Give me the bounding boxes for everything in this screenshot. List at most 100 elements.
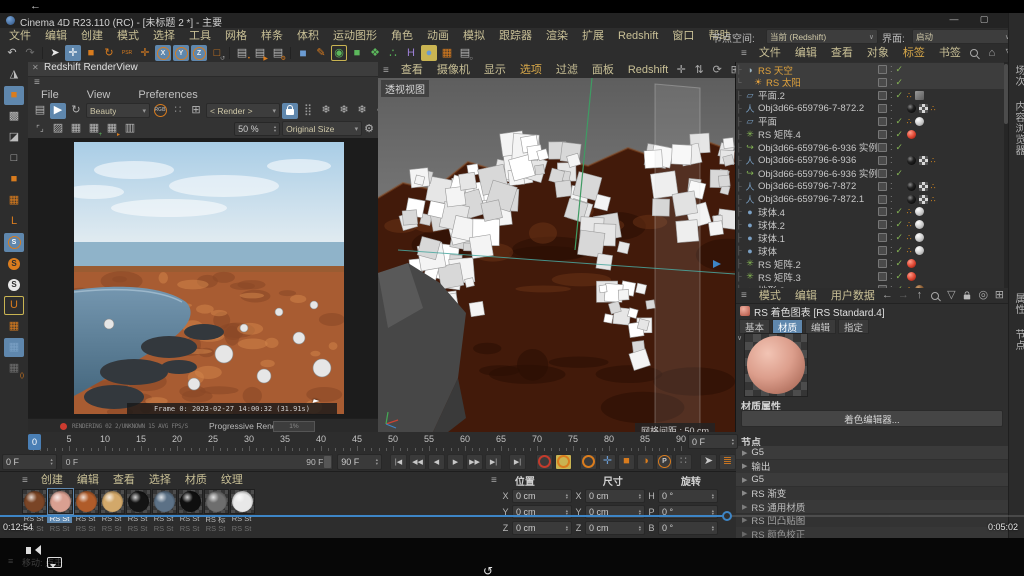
model-mode-icon[interactable]: ■ (4, 86, 24, 105)
interface-dropdown[interactable]: 启动∨ (912, 29, 1014, 44)
tab-基本[interactable]: 基本 (739, 319, 770, 334)
material-tag-icon[interactable] (907, 182, 916, 191)
snap-toggle-icon[interactable]: S (4, 233, 24, 252)
enabled-check-icon[interactable]: ✓ (896, 271, 904, 282)
record-rotation-toggle[interactable]: ■ (618, 454, 635, 470)
tab-指定[interactable]: 指定 (838, 319, 869, 334)
add-environment-menu[interactable]: ▦ (439, 45, 455, 61)
object-row[interactable]: ├↪Obj3d66-659796-6-936 实例.1⁚✓ (736, 141, 1004, 154)
material-tag-icon[interactable] (907, 156, 916, 165)
undo-icon[interactable]: ↶ (4, 45, 20, 61)
snapshot-b-icon[interactable]: ❄ (336, 103, 352, 119)
add-spline-menu[interactable]: ✎ (313, 45, 329, 61)
tag-dots-icon[interactable]: ∴ (931, 156, 936, 165)
layer-chip[interactable] (878, 143, 887, 152)
material-tag-icon[interactable] (915, 246, 924, 255)
om-menu-1[interactable]: 编辑 (788, 45, 824, 61)
mm-menu-1[interactable]: 编辑 (70, 472, 106, 488)
vp-menu-4[interactable]: 过滤 (549, 62, 585, 78)
node-group-row[interactable]: ▶G5 (736, 446, 1008, 459)
viewport-hamburger[interactable]: ≡ (378, 65, 394, 76)
material-preview[interactable] (744, 333, 808, 397)
layer-chip[interactable] (878, 104, 887, 113)
lock-icon[interactable] (962, 290, 973, 301)
material-tag-icon[interactable] (915, 207, 924, 216)
layer-chip[interactable] (878, 65, 887, 74)
workplane-grid-icon[interactable]: ▦ (4, 317, 24, 336)
image-size-dropdown[interactable]: Original Size▾ (282, 121, 362, 136)
visibility-dots-icon[interactable]: ⁚ (890, 182, 893, 191)
enabled-check-icon[interactable]: ✓ (896, 258, 904, 269)
menu-14[interactable]: 渲染 (539, 28, 575, 44)
renderview-titlebar[interactable]: ✕ Redshift RenderView (28, 62, 378, 77)
visibility-dots-icon[interactable]: ⁚ (890, 117, 893, 126)
record-keyframe-button[interactable] (536, 454, 553, 470)
add-cube-menu[interactable]: ■ (295, 45, 311, 61)
node-group-row[interactable]: ▶输出 (736, 460, 1008, 473)
shader-editor-button[interactable]: 着色编辑器... (741, 410, 1003, 427)
object-row[interactable]: ├人Obj3d66-659796-7-872.2⁚∴ (736, 102, 1004, 115)
visibility-dots-icon[interactable]: ⁚ (890, 259, 893, 268)
material-tag-icon[interactable] (919, 195, 928, 204)
material-tag-icon[interactable] (907, 272, 916, 281)
menu-17[interactable]: 窗口 (665, 28, 701, 44)
vp-menu-6[interactable]: Redshift (621, 62, 675, 78)
points-mode-icon[interactable]: □ (4, 149, 24, 168)
copy-image-icon[interactable]: ▥ (122, 121, 138, 137)
mm-menu-0[interactable]: 创建 (34, 472, 70, 488)
object-row[interactable]: ├人Obj3d66-659796-6-936⁚∴ (736, 154, 1004, 167)
layer-chip[interactable] (878, 272, 887, 281)
search-icon[interactable] (968, 47, 980, 59)
send-to-pv-icon[interactable]: ▦▸ (104, 121, 120, 137)
object-row[interactable]: ├●球体.4⁚✓∴ (736, 205, 1004, 218)
rotation-field[interactable]: 0 °▴▾ (658, 521, 718, 535)
range-grip[interactable] (324, 456, 331, 468)
node-group-row[interactable]: ▶RS 颜色校正 (736, 527, 1008, 538)
add-volume-menu[interactable]: ■ (349, 45, 365, 61)
spinner-icon[interactable]: ▴▾ (376, 458, 378, 465)
restart-render-icon[interactable]: ↻ (68, 103, 84, 119)
spinner-icon[interactable]: ▴▾ (712, 525, 714, 532)
om-menu-0[interactable]: 文件 (752, 45, 788, 61)
visibility-dots-icon[interactable]: ⁚ (890, 91, 893, 100)
layer-chip[interactable] (878, 207, 887, 216)
spinner-icon[interactable]: ▴▾ (732, 438, 734, 445)
menu-10[interactable]: 角色 (384, 28, 420, 44)
visibility-dots-icon[interactable]: ⁚ (890, 233, 893, 242)
scale-tool[interactable]: ■ (83, 45, 99, 61)
next-frame-button[interactable]: ▶▶ (466, 454, 483, 470)
keyframe-presets-icon[interactable]: ∷ (675, 454, 692, 470)
material-tag-icon[interactable] (915, 91, 924, 100)
add-deformer-menu[interactable]: ❖ (367, 45, 383, 61)
tag-dots-icon[interactable]: ∴ (907, 246, 912, 255)
filter-icon[interactable]: ▽ (946, 290, 957, 301)
volume-icon[interactable] (20, 544, 36, 556)
render-mode-dropdown[interactable]: < Render >▾ (206, 103, 280, 118)
tab-材质[interactable]: 材质 (772, 319, 803, 334)
render-button[interactable]: ▤▶ (252, 45, 268, 61)
save-image-icon[interactable]: ▤ (32, 103, 48, 119)
object-row[interactable]: ├●球体.2⁚✓∴ (736, 218, 1004, 231)
object-row[interactable]: ├▱平面⁚✓∴ (736, 115, 1004, 128)
material-thumbnail[interactable] (230, 489, 255, 514)
make-editable-icon[interactable]: ◮ (4, 65, 24, 84)
material-thumbnail[interactable] (178, 489, 203, 514)
snap-settings-icon[interactable]: S (4, 275, 24, 294)
layer-chip[interactable] (878, 246, 887, 255)
vp-menu-5[interactable]: 面板 (585, 62, 621, 78)
enabled-check-icon[interactable]: ✓ (896, 232, 904, 243)
prev-frame-button[interactable]: ◀ (428, 454, 445, 470)
rv-menu-0[interactable]: File (34, 87, 66, 103)
free-grid-icon[interactable]: ▦() (4, 359, 24, 378)
timeline-ruler[interactable]: 051015202530354045505560657075808590 0 0… (0, 432, 736, 453)
up-icon[interactable]: ↑ (914, 290, 925, 301)
enabled-check-icon[interactable]: ✓ (896, 142, 904, 153)
menu-15[interactable]: 扩展 (575, 28, 611, 44)
frame-start-field[interactable]: 0 F ▴▾ (2, 454, 57, 470)
live-selection-tool[interactable]: ➤ (47, 45, 63, 61)
visibility-dots-icon[interactable]: ⁚ (890, 65, 893, 74)
add-rs-object-menu[interactable]: ● (421, 45, 437, 61)
om-menu-5[interactable]: 书签 (932, 45, 968, 61)
visibility-dots-icon[interactable]: ⁚ (890, 104, 893, 113)
snapshot-a-icon[interactable]: ❄ (318, 103, 334, 119)
